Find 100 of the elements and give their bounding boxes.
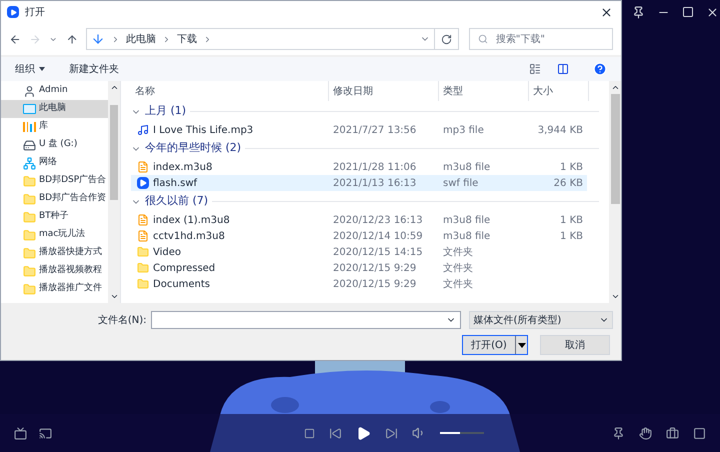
sidebar-item[interactable]: BD邦DSP广告合 — [1, 172, 108, 190]
scroll-down-icon[interactable] — [110, 292, 119, 301]
file-row[interactable]: Video 2020/12/15 14:15 文件夹 — [131, 244, 587, 260]
folder-icon — [23, 282, 36, 296]
view-options-icon[interactable] — [529, 63, 541, 75]
drive-icon — [23, 138, 36, 152]
group-header[interactable]: 今年的早些时候 (2) — [145, 140, 242, 157]
open-button[interactable]: 打开(O) — [462, 335, 528, 355]
new-folder-button[interactable]: 新建文件夹 — [69, 62, 119, 76]
sidebar-item[interactable]: Admin — [1, 82, 108, 100]
sidebar-label: 此电脑 — [39, 102, 66, 116]
preview-pane-icon[interactable] — [557, 63, 569, 75]
file-name: index (1).m3u8 — [153, 214, 230, 228]
sidebar-label: 网络 — [39, 156, 57, 170]
group-header[interactable]: 上月 (1) — [145, 103, 186, 120]
file-date: 2020/12/15 9:29 — [332, 278, 418, 292]
scroll-up-icon[interactable] — [610, 83, 620, 92]
refresh-button[interactable] — [434, 28, 459, 50]
sidebar-item[interactable]: 播放器视频教程 — [1, 262, 108, 280]
hand-icon[interactable] — [639, 426, 652, 440]
file-type: m3u8 file — [442, 160, 492, 174]
filename-field[interactable] — [150, 311, 462, 329]
breadcrumb[interactable]: 此电脑 — [126, 32, 156, 46]
sidebar-item[interactable]: 播放器推广文件 — [1, 280, 108, 298]
scroll-up-icon[interactable] — [110, 83, 119, 92]
file-name: I Love This Life.mp3 — [153, 124, 254, 138]
sidebar-item[interactable]: BT种子 — [1, 208, 108, 226]
scrollbar-thumb[interactable] — [610, 94, 620, 204]
file-row[interactable]: cctv1hd.m3u8 2020/12/14 10:59 m3u8 file 1 KB — [131, 228, 587, 244]
monitor-icon — [23, 104, 36, 114]
back-icon[interactable] — [9, 32, 22, 46]
filetype-dropdown[interactable]: 媒体文件(所有类型) — [469, 311, 613, 329]
sidebar-label: 播放器推广文件 — [39, 282, 102, 296]
file-row[interactable]: index.m3u8 2021/1/28 11:06 m3u8 file 1 KB — [131, 159, 587, 175]
next-icon[interactable] — [385, 426, 398, 440]
file-date: 2020/12/14 10:59 — [332, 230, 424, 244]
file-date: 2020/12/15 14:15 — [332, 246, 424, 260]
file-icon — [137, 214, 149, 226]
breadcrumb[interactable]: 下载 — [177, 32, 198, 46]
file-icon — [137, 161, 149, 173]
fullscreen-icon[interactable] — [693, 426, 706, 440]
sidebar-item[interactable]: mac玩儿法 — [1, 226, 108, 244]
scrollbar-thumb[interactable] — [110, 104, 118, 200]
cancel-button[interactable]: 取消 — [540, 335, 610, 355]
folder-icon — [23, 246, 36, 260]
sidebar-item[interactable]: 此电脑 — [1, 100, 108, 118]
play-icon[interactable] — [356, 426, 371, 440]
column-header[interactable]: 类型 — [439, 81, 529, 101]
tv-icon[interactable] — [14, 426, 27, 440]
file-size: 1 KB — [559, 230, 583, 244]
address-bar[interactable]: 此电脑 下载 — [86, 28, 436, 50]
file-name: cctv1hd.m3u8 — [153, 230, 225, 244]
column-header[interactable]: 修改日期 — [329, 81, 439, 101]
file-row[interactable]: flash.swf 2021/1/13 16:13 swf file 26 KB — [131, 175, 587, 191]
file-size: 3,944 KB — [536, 124, 583, 138]
folder-icon — [23, 228, 36, 242]
help-icon[interactable] — [593, 62, 607, 76]
toolbox-icon[interactable] — [666, 426, 679, 440]
file-icon — [137, 230, 149, 242]
pin-icon[interactable] — [612, 426, 625, 440]
cast-icon[interactable] — [39, 426, 52, 440]
file-row[interactable]: I Love This Life.mp3 2021/7/27 13:56 mp3 file 3,944 KB — [131, 122, 587, 138]
file-row[interactable]: Compressed 2020/12/15 9:29 文件夹 — [131, 260, 587, 276]
stop-icon[interactable] — [304, 428, 315, 438]
group-header[interactable]: 很久以前 (7) — [145, 193, 208, 210]
user-icon — [23, 84, 36, 98]
file-type: 文件夹 — [442, 246, 474, 260]
scroll-down-icon[interactable] — [610, 292, 620, 301]
scrollbar[interactable] — [609, 81, 621, 303]
file-name: flash.swf — [153, 176, 198, 190]
sidebar-item[interactable]: 网络 — [1, 154, 108, 172]
close-icon[interactable] — [600, 6, 613, 18]
column-header[interactable]: 大小 — [529, 81, 589, 101]
file-date: 2020/12/23 16:13 — [332, 214, 424, 228]
folder-icon — [23, 192, 36, 206]
file-type: mp3 file — [442, 124, 485, 138]
folder-icon — [23, 264, 36, 278]
close-icon[interactable] — [706, 6, 719, 18]
maximize-icon[interactable] — [682, 6, 694, 18]
previous-icon[interactable] — [329, 426, 342, 440]
pin-icon[interactable] — [632, 6, 645, 18]
search-field[interactable]: 搜索"下载" — [468, 28, 613, 50]
column-header[interactable]: 名称 — [131, 81, 329, 101]
sidebar-item[interactable]: U 盘 (G:) — [1, 136, 108, 154]
refresh-icon — [440, 34, 452, 44]
sidebar-item[interactable]: BD邦广告合作资 — [1, 190, 108, 208]
download-icon — [91, 32, 106, 46]
sidebar-item[interactable]: 播放器快捷方式 — [1, 244, 108, 262]
music-file-icon — [137, 124, 149, 136]
sidebar-label: mac玩儿法 — [39, 228, 86, 242]
file-row[interactable]: Documents 2020/12/15 9:29 文件夹 — [131, 276, 587, 292]
file-type: 文件夹 — [442, 278, 474, 292]
file-type: m3u8 file — [442, 230, 492, 244]
organize-menu[interactable]: 组织 — [15, 62, 45, 76]
file-row[interactable]: index (1).m3u8 2020/12/23 16:13 m3u8 file 1 KB — [131, 212, 587, 228]
sidebar-item[interactable]: 库 — [1, 118, 108, 136]
file-name: index.m3u8 — [153, 160, 212, 174]
library-icon — [23, 122, 36, 132]
up-icon[interactable] — [66, 32, 78, 46]
scrollbar[interactable] — [108, 81, 120, 303]
